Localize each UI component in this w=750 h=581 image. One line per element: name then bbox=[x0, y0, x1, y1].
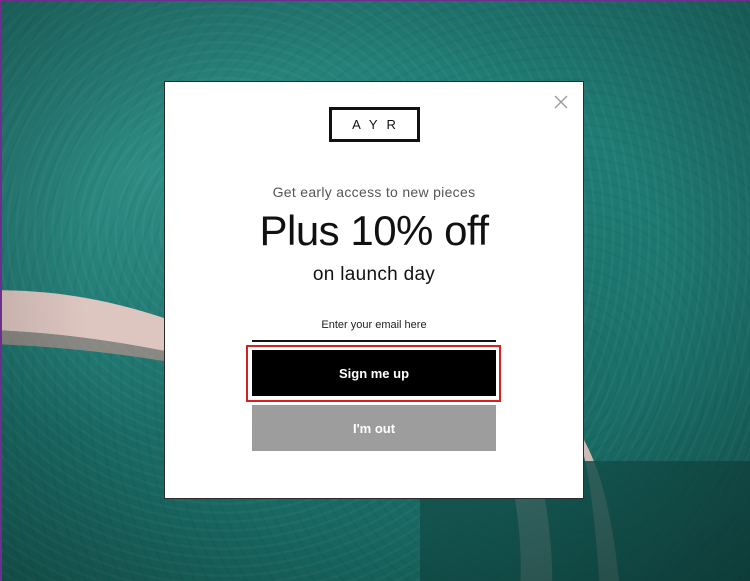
screen: AYR Get early access to new pieces Plus … bbox=[0, 0, 750, 581]
popup-subline: on launch day bbox=[312, 264, 436, 285]
close-icon[interactable] bbox=[553, 94, 569, 110]
brand-logo: AYR bbox=[329, 107, 420, 142]
im-out-button[interactable]: I'm out bbox=[252, 405, 496, 451]
signup-popup: AYR Get early access to new pieces Plus … bbox=[164, 81, 584, 499]
popup-subhead: Get early access to new pieces bbox=[272, 184, 476, 200]
popup-headline: Plus 10% off bbox=[259, 207, 489, 254]
email-field[interactable] bbox=[252, 310, 496, 342]
sign-me-up-button[interactable]: Sign me up bbox=[252, 350, 496, 396]
